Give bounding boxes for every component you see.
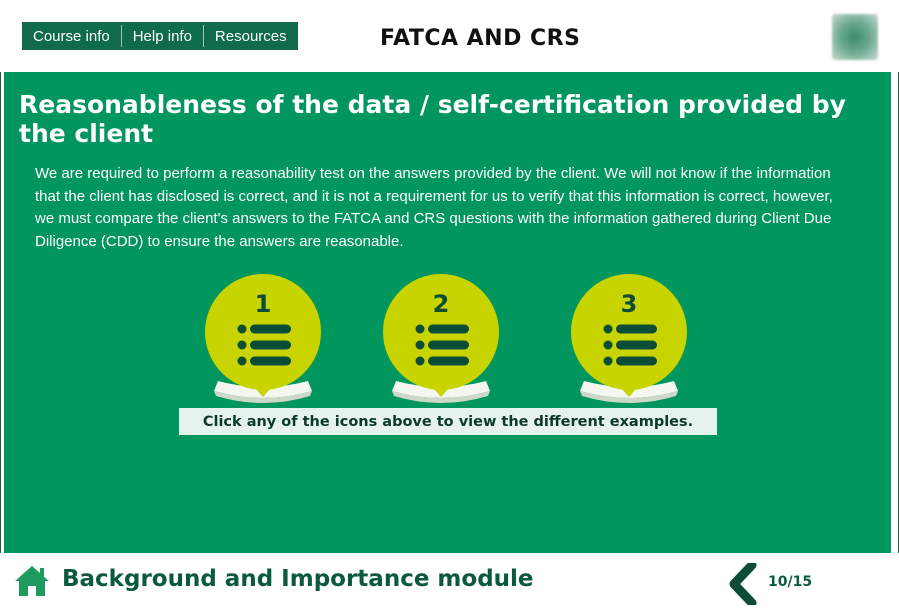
main-content: Reasonableness of the data / self-certif…	[4, 72, 891, 553]
footer: Background and Importance module 10/15	[0, 553, 899, 616]
page-heading: Reasonableness of the data / self-certif…	[19, 90, 846, 148]
module-title: Background and Importance module	[62, 566, 534, 592]
example-number: 1	[254, 290, 272, 318]
course-title: FATCA AND CRS	[380, 26, 581, 51]
nav-divider	[120, 25, 122, 47]
list-icon	[603, 324, 657, 366]
nav-divider	[202, 25, 204, 47]
instruction-banner: Click any of the icons above to view the…	[179, 408, 717, 435]
logo	[832, 14, 878, 60]
example-button-3[interactable]: 3	[570, 273, 688, 415]
intro-text: We are required to perform a reasonabili…	[35, 165, 833, 250]
example-number: 3	[620, 290, 638, 318]
list-icon	[237, 324, 291, 366]
nav-help-info[interactable]: Help info	[122, 22, 203, 50]
header: Course info Help info Resources FATCA AN…	[0, 0, 899, 72]
example-button-2[interactable]: 2	[382, 273, 500, 415]
chevron-left-icon[interactable]	[728, 563, 758, 605]
list-icon	[415, 324, 469, 366]
nav-resources[interactable]: Resources	[204, 22, 298, 50]
home-icon[interactable]	[14, 565, 50, 597]
top-nav: Course info Help info Resources	[22, 22, 298, 50]
example-number: 2	[432, 290, 450, 318]
page-counter: 10/15	[768, 574, 813, 590]
nav-course-info[interactable]: Course info	[22, 22, 121, 50]
example-button-1[interactable]: 1	[204, 273, 322, 415]
